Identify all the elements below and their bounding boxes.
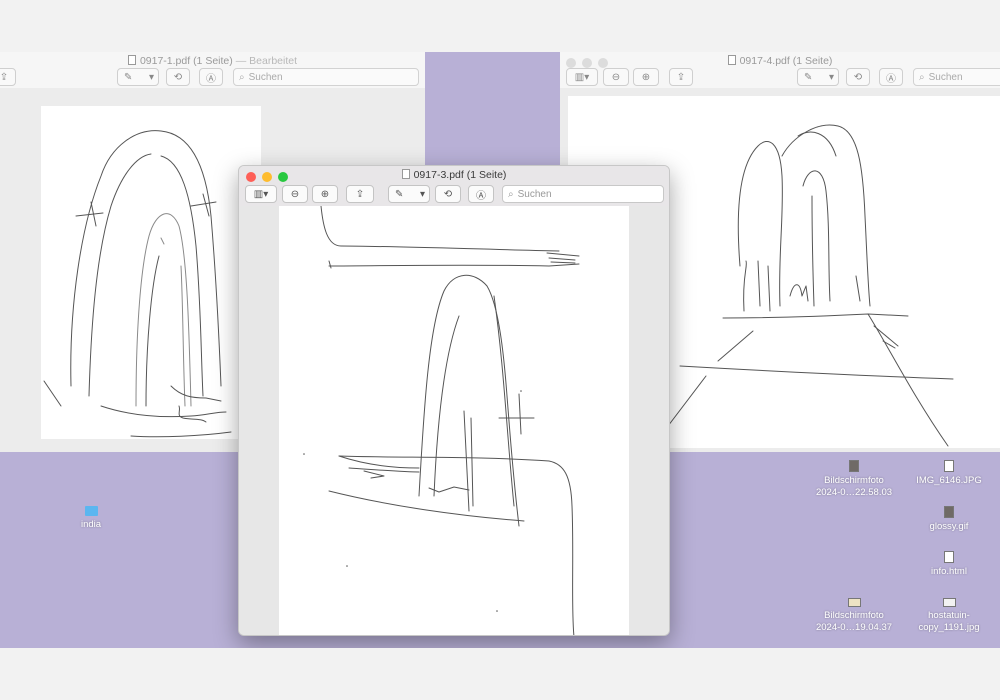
pdf-document-icon [401,169,410,179]
rotate-icon: ⟲ [173,71,183,83]
toolbar: ⇪ ✎ ▾ ⟲ Ⓐ ⌕ Suchen [0,68,425,88]
search-field[interactable]: ⌕ Suchen [913,68,1000,86]
pen-icon: ✎ [124,71,133,83]
titlebar[interactable]: 0917-4.pdf (1 Seite) ▥▾ ⊖ ⊕ ⇪ ✎ ▾ ⟲ Ⓐ ⌕ … [560,52,1000,88]
preview-window-0917-3[interactable]: 0917-3.pdf (1 Seite) ▥▾ ⊖ ⊕ ⇪ ✎ ▾ ⟲ Ⓐ ⌕ … [238,165,670,636]
desktop-icon-screenshot-2[interactable]: Bildschirmfoto 2024-0…19.04.37 [809,598,899,634]
desktop: 0917-1.pdf (1 Seite) — Bearbeitet ⇪ ✎ ▾ ⟲… [0,52,1000,648]
window-title: 0917-1.pdf (1 Seite) — Bearbeitet [0,55,425,67]
markup-icon: Ⓐ [476,190,486,202]
document-area[interactable] [239,205,669,635]
annotate-button[interactable]: Ⓐ [199,68,223,86]
image-file-icon [847,598,861,607]
pen-icon: ✎ [804,71,813,83]
titlebar[interactable]: 0917-3.pdf (1 Seite) ▥▾ ⊖ ⊕ ⇪ ✎ ▾ ⟲ Ⓐ ⌕ … [239,166,669,206]
pdf-document-icon [127,55,136,65]
zoom-in-icon: ⊕ [641,71,651,83]
edited-indicator: — Bearbeitet [235,55,298,67]
zoom-in-button[interactable]: ⊕ [633,68,659,86]
desktop-icon-label: Bildschirmfoto [824,475,884,486]
chevron-down-icon: ▾ [419,188,425,200]
desktop-icon-label: Bildschirmfoto [824,610,884,621]
sketch-drawing [303,205,580,635]
pdf-document-icon [727,55,736,65]
zoom-out-icon: ⊖ [611,71,621,83]
magnifier-icon: ⌕ [919,71,925,83]
toolbar: ▥▾ ⊖ ⊕ ⇪ ✎ ▾ ⟲ Ⓐ ⌕ Suchen [560,68,1000,88]
magnifier-icon: ⌕ [239,71,245,83]
desktop-icon-india[interactable]: india [46,506,136,531]
toolbar: ▥▾ ⊖ ⊕ ⇪ ✎ ▾ ⟲ Ⓐ ⌕ Suchen [239,185,669,205]
image-file-icon [944,506,954,518]
desktop-icon-label: copy_1191.jpg [918,622,980,633]
desktop-icon-label: 2024-0…22.58.03 [815,487,893,498]
annotate-button[interactable]: Ⓐ [468,185,494,203]
desktop-icon-label: 2024-0…19.04.37 [815,622,893,633]
search-placeholder: Suchen [928,71,963,83]
chevron-down-icon: ▾ [828,71,834,83]
desktop-icon-label: india [80,519,102,530]
share-icon: ⇪ [355,188,365,200]
html-file-icon [944,551,954,563]
image-file-icon [944,460,954,472]
sketch-drawing [43,130,232,438]
window-title: 0917-4.pdf (1 Seite) [560,55,1000,67]
desktop-icon-hostatuin[interactable]: hostatuin- copy_1191.jpg [904,598,994,634]
window-title: 0917-3.pdf (1 Seite) [239,169,669,181]
markup-pen-button[interactable]: ✎ ▾ [797,68,839,86]
share-button[interactable]: ⇪ [669,68,693,86]
rotate-icon: ⟲ [443,188,453,200]
zoom-out-icon: ⊖ [290,188,300,200]
folder-icon [84,506,98,516]
rotate-icon: ⟲ [853,71,863,83]
desktop-icon-label: glossy.gif [929,521,969,532]
markup-pen-button[interactable]: ✎ ▾ [388,185,430,203]
zoom-in-icon: ⊕ [320,188,330,200]
share-icon: ⇪ [676,71,686,83]
pdf-page[interactable] [279,205,629,635]
rotate-button[interactable]: ⟲ [166,68,190,86]
desktop-icon-label: info.html [931,566,967,577]
zoom-out-button[interactable]: ⊖ [282,185,308,203]
search-placeholder: Suchen [517,188,552,200]
markup-icon: Ⓐ [886,73,896,85]
sidebar-icon: ▥▾ [253,188,269,200]
markup-icon: Ⓐ [206,73,216,85]
desktop-icon-screenshot-1[interactable]: Bildschirmfoto 2024-0…22.58.03 [809,460,899,499]
desktop-icon-label: IMG_6146.JPG [916,475,982,486]
pen-icon: ✎ [395,188,404,200]
annotate-button[interactable]: Ⓐ [879,68,903,86]
search-placeholder: Suchen [248,71,283,83]
magnifier-icon: ⌕ [508,188,514,200]
sidebar-button[interactable]: ▥▾ [566,68,598,86]
chevron-down-icon: ▾ [148,71,154,83]
desktop-icon-glossy[interactable]: glossy.gif [904,506,994,533]
zoom-in-button[interactable]: ⊕ [312,185,338,203]
titlebar[interactable]: 0917-1.pdf (1 Seite) — Bearbeitet ⇪ ✎ ▾ ⟲… [0,52,425,88]
search-field[interactable]: ⌕ Suchen [233,68,419,86]
share-button[interactable]: ⇪ [346,185,374,203]
desktop-icon-label: hostatuin- [928,610,970,621]
share-icon: ⇪ [0,71,9,83]
rotate-button[interactable]: ⟲ [435,185,461,203]
search-field[interactable]: ⌕ Suchen [502,185,664,203]
sidebar-button[interactable]: ▥▾ [245,185,277,203]
pdf-page[interactable] [41,106,261,439]
rotate-button[interactable]: ⟲ [846,68,870,86]
image-file-icon [849,460,859,472]
share-button[interactable]: ⇪ [0,68,16,86]
zoom-out-button[interactable]: ⊖ [603,68,629,86]
image-file-icon [942,598,956,607]
desktop-icon-img-6146[interactable]: IMG_6146.JPG [904,460,994,487]
sidebar-icon: ▥▾ [574,71,590,83]
desktop-icon-info-html[interactable]: info.html [904,551,994,578]
markup-pen-button[interactable]: ✎ ▾ [117,68,159,86]
